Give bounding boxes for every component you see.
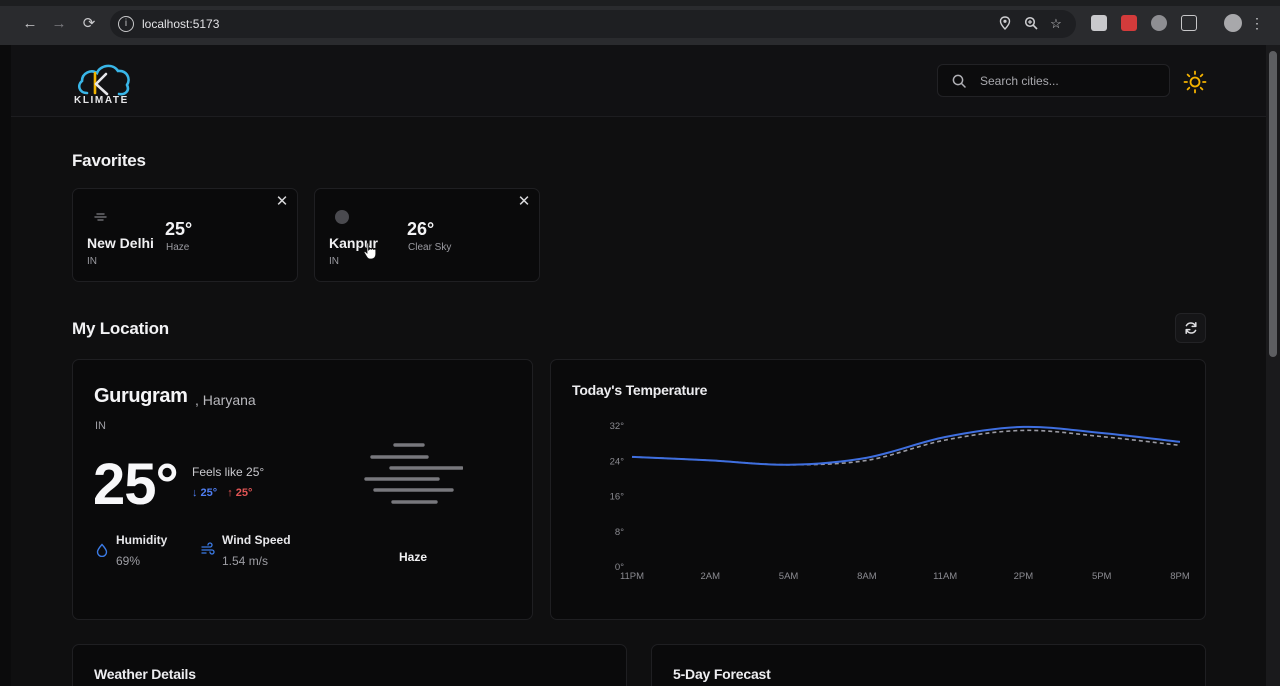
y-tick-label: 32° [610, 421, 625, 432]
favorite-condition: Clear Sky [408, 242, 452, 253]
site-info-icon[interactable]: i [118, 16, 134, 32]
back-icon[interactable]: ← [18, 11, 42, 35]
refresh-button[interactable] [1175, 313, 1206, 343]
extension-icon[interactable] [1151, 15, 1167, 31]
x-tick-label: 5AM [779, 571, 799, 582]
y-tick-label: 8° [615, 527, 624, 538]
location-state: , Haryana [195, 392, 256, 408]
x-tick-label: 2PM [1014, 571, 1034, 582]
pointer-cursor-icon [363, 242, 377, 260]
todays-temperature-card: Today's Temperature 0° 8° 16° 24° 32° 11PM 2AM… [550, 359, 1206, 620]
location-pin-icon[interactable] [997, 16, 1013, 32]
search-placeholder: Search cities... [980, 73, 1059, 88]
extension-icon[interactable] [1121, 15, 1137, 31]
favorite-temperature: 26° [407, 219, 435, 239]
search-icon [952, 74, 966, 88]
feels-like: Feels like 25° [192, 465, 265, 479]
scrollbar[interactable] [1266, 45, 1280, 686]
haze-weather-icon [364, 443, 463, 504]
forward-icon[interactable]: → [47, 11, 71, 35]
zoom-icon[interactable] [1023, 16, 1039, 32]
humidity-value: 69% [116, 554, 141, 568]
current-weather-card: Gurugram , Haryana IN 25° Feels like 25°… [72, 359, 533, 620]
wind-speed-value: 1.54 m/s [222, 554, 269, 568]
wind-speed-label: Wind Speed [222, 533, 291, 547]
favorite-country: IN [87, 256, 97, 267]
min-max-temperature: ↓ 25° ↑ 25° [192, 487, 252, 499]
min-temperature: ↓ 25° [192, 487, 218, 499]
browser-toolbar: ← → ⟳ i localhost:5173 ☆ ⋮ [0, 0, 1280, 45]
favorite-city-name: New Delhi [87, 235, 154, 251]
refresh-icon [1184, 322, 1197, 334]
weather-details-card: Weather Details [72, 644, 627, 686]
x-tick-label: 11PM [620, 571, 644, 582]
scrollbar-thumb[interactable] [1269, 51, 1277, 357]
page: KLIMATE Search cities... Favorites ✕ New… [11, 45, 1266, 686]
temperature-line-chart: 0°8°16°24°32°11PM 2AM 5AM 8AM 11AM 2PM 5PM 8PM [610, 421, 1190, 582]
location-country: IN [95, 420, 106, 432]
wind-icon [201, 542, 215, 555]
address-url[interactable]: localhost:5173 [142, 17, 219, 31]
avatar[interactable] [1224, 14, 1242, 32]
weather-condition: Haze [399, 550, 428, 564]
forecast-title: 5-Day Forecast [673, 666, 771, 682]
clear-sky-icon [335, 210, 349, 224]
haze-icon [94, 213, 107, 221]
location-city: Gurugram [94, 385, 188, 407]
address-bar[interactable]: i localhost:5173 ☆ [110, 10, 1076, 38]
tab-strip [0, 0, 1280, 6]
theme-toggle-sun-icon[interactable] [1183, 70, 1207, 94]
remove-favorite-close-icon[interactable]: ✕ [517, 194, 531, 209]
my-location-heading: My Location [72, 319, 169, 338]
current-temperature: 25° [93, 452, 179, 517]
screen: ← → ⟳ i localhost:5173 ☆ ⋮ KLIMATE Searc… [0, 0, 1280, 686]
remove-favorite-close-icon[interactable]: ✕ [275, 194, 289, 209]
extension-icon[interactable] [1091, 15, 1107, 31]
favorites-heading: Favorites [72, 151, 146, 170]
menu-kebab-icon[interactable]: ⋮ [1249, 11, 1265, 35]
humidity-droplet-icon [96, 543, 108, 557]
y-tick-label: 24° [610, 456, 625, 467]
puzzle-icon[interactable] [1181, 15, 1197, 31]
favorite-country: IN [329, 256, 339, 267]
logo-wordmark: KLIMATE [74, 95, 129, 106]
five-day-forecast-card: 5-Day Forecast [651, 644, 1206, 686]
favorite-city-card[interactable]: ✕ New Delhi IN 25° Haze [72, 188, 298, 282]
humidity-label: Humidity [116, 533, 168, 547]
x-tick-label: 5PM [1092, 571, 1112, 582]
temperature-series-line [631, 425, 1181, 466]
search-cities-button[interactable]: Search cities... [937, 64, 1170, 97]
x-tick-label: 8PM [1170, 571, 1190, 582]
favorite-temperature: 25° [165, 219, 193, 239]
favorite-city-card[interactable]: ✕ Kanpur IN 26° Clear Sky [314, 188, 540, 282]
max-temperature: ↑ 25° [227, 487, 253, 499]
x-tick-label: 8AM [857, 571, 877, 582]
favorite-condition: Haze [166, 242, 190, 253]
weather-details-title: Weather Details [94, 666, 196, 682]
x-tick-label: 2AM [701, 571, 721, 582]
x-tick-label: 11AM [933, 571, 957, 582]
reload-icon[interactable]: ⟳ [77, 11, 101, 35]
y-tick-label: 16° [610, 492, 625, 503]
bookmark-star-icon[interactable]: ☆ [1048, 16, 1064, 32]
app-header: KLIMATE Search cities... [11, 45, 1266, 117]
